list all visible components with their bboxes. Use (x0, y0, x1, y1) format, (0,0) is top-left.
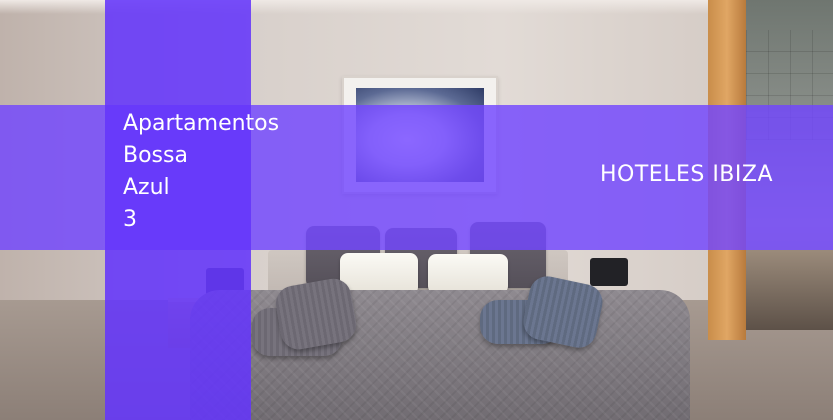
hotel-name-line: Azul (123, 175, 170, 200)
pillow-light (340, 253, 418, 295)
pillow-light (428, 254, 508, 294)
hotel-name-line: Apartamentos (123, 111, 280, 136)
hotel-name: Apartamentos Bossa Azul 3 (123, 108, 323, 236)
brand-label: HOTELES IBIZA (600, 162, 774, 187)
hotel-name-line: Bossa (123, 143, 188, 168)
hotel-name-line: 3 (123, 207, 137, 232)
bathroom-counter (746, 250, 833, 330)
speaker-right (590, 258, 628, 286)
